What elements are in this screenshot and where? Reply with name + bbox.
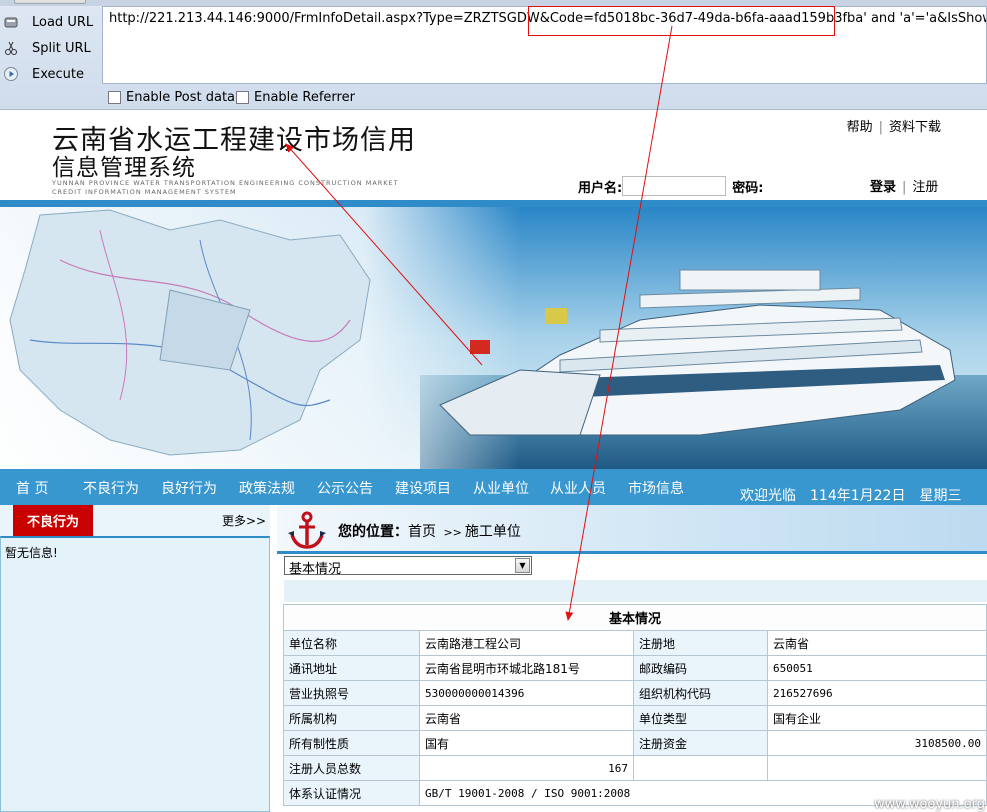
breadcrumb-label: 您的位置：	[338, 524, 408, 540]
basic-info-table: 基本情况 单位名称 云南路港工程公司 注册地 云南省 通讯地址 云南省昆明市环城…	[283, 604, 987, 806]
cell-value: 530000000014396	[419, 680, 634, 706]
cell-value: 167	[419, 755, 634, 781]
welcome-date: 欢迎光临 114年1月22日 星期三	[740, 488, 962, 504]
cell-value: 216527696	[767, 680, 987, 706]
table-row: 单位名称 云南路港工程公司 注册地 云南省	[283, 630, 987, 656]
execute-button[interactable]: Execute	[0, 62, 100, 86]
more-link[interactable]: 更多>>	[222, 512, 266, 529]
left-panel-tab[interactable]: 不良行为	[13, 505, 93, 536]
scissors-icon	[2, 39, 20, 57]
cell-label: 注册人员总数	[283, 755, 420, 781]
cell-value: 云南路港工程公司	[419, 630, 634, 656]
hackbar-toolbar: Load URL Split URL Execute http://221.21…	[0, 0, 987, 110]
cell-value: 云南省昆明市环城北路181号	[419, 655, 634, 681]
login-links: 登录 | 注册	[870, 176, 938, 195]
cell-value: 云南省	[419, 705, 634, 731]
banner-illustration	[0, 207, 987, 469]
site-title-line2: 信息管理系统	[52, 155, 196, 181]
cell-label: 注册资金	[633, 730, 768, 756]
main-nav: 首 页 不良行为 良好行为 政策法规 公示公告 建设项目 从业单位 从业人员 市…	[0, 469, 987, 505]
site-title-english: YUNNAN PROVINCE WATER TRANSPORTATION ENG…	[52, 179, 442, 197]
content-strip	[284, 580, 987, 602]
nav-projects[interactable]: 建设项目	[395, 478, 451, 498]
cell-value: 650051	[767, 655, 987, 681]
site-title-english-line2: CREDIT INFORMATION MANAGEMENT SYSTEM	[52, 188, 237, 196]
info-type-select[interactable]: 基本情况 ▼	[284, 556, 532, 577]
register-link[interactable]: 注册	[912, 180, 938, 195]
cell-label: 单位名称	[283, 630, 420, 656]
separator: |	[878, 120, 883, 135]
cell-label: 邮政编码	[633, 655, 768, 681]
nav-bad-behavior[interactable]: 不良行为	[83, 478, 139, 498]
table-title: 基本情况	[283, 604, 987, 631]
enable-post-label: Enable Post data	[126, 90, 236, 105]
nav-companies[interactable]: 从业单位	[473, 478, 529, 498]
username-label: 用户名:	[578, 180, 623, 196]
breadcrumb-separator: >>	[443, 526, 462, 539]
toolbar-top-button[interactable]	[14, 0, 86, 4]
separator: |	[902, 180, 907, 195]
watermark: www.wooyun.org	[873, 797, 985, 812]
nav-policies[interactable]: 政策法规	[239, 478, 295, 498]
table-row: 所有制性质 国有 注册资金 3108500.00	[283, 730, 987, 756]
annotation-highlight-box	[528, 6, 835, 36]
cell-label: 注册地	[633, 630, 768, 656]
table-row: 注册人员总数 167	[283, 755, 987, 781]
cell-value: 3108500.00	[767, 730, 987, 756]
nav-market-info[interactable]: 市场信息	[628, 478, 684, 498]
checkbox-box[interactable]	[236, 91, 249, 104]
cell-label: 通讯地址	[283, 655, 420, 681]
enable-referrer-label: Enable Referrer	[254, 90, 355, 105]
split-url-button[interactable]: Split URL	[0, 36, 100, 60]
load-url-icon	[2, 13, 20, 31]
enable-post-checkbox[interactable]: Enable Post data	[108, 90, 235, 105]
anchor-icon	[288, 511, 326, 549]
site-header: 云南省水运工程建设市场信用 信息管理系统 YUNNAN PROVINCE WAT…	[0, 110, 987, 200]
cell-label: 组织机构代码	[633, 680, 768, 706]
screenshot-root: { "hackbar": { "load_url": "Load URL", "…	[0, 0, 987, 812]
login-form: 用户名: 密码:	[578, 176, 763, 196]
chevron-down-icon[interactable]: ▼	[515, 558, 530, 573]
cell-value: 云南省	[767, 630, 987, 656]
breadcrumb-current: 施工单位	[464, 524, 521, 540]
nav-announcements[interactable]: 公示公告	[317, 478, 373, 498]
cell-label: 所属机构	[283, 705, 420, 731]
table-row: 通讯地址 云南省昆明市环城北路181号 邮政编码 650051	[283, 655, 987, 681]
nav-personnel[interactable]: 从业人员	[550, 478, 606, 498]
left-panel-body	[0, 536, 270, 812]
downloads-link[interactable]: 资料下载	[889, 120, 941, 135]
cell-label: 所有制性质	[283, 730, 420, 756]
nav-good-behavior[interactable]: 良好行为	[161, 478, 217, 498]
username-input[interactable]	[622, 176, 727, 196]
cell-value: 国有企业	[767, 705, 987, 731]
login-link[interactable]: 登录	[870, 180, 896, 195]
table-header-row: 基本情况	[283, 604, 987, 631]
load-url-label: Load URL	[32, 14, 94, 30]
breadcrumb-divider	[277, 551, 987, 554]
breadcrumb-home[interactable]: 首页	[408, 524, 436, 540]
split-url-label: Split URL	[32, 40, 91, 56]
table-row: 营业执照号 530000000014396 组织机构代码 216527696	[283, 680, 987, 706]
breadcrumb: 您的位置：首页 >> 施工单位	[338, 521, 521, 541]
play-icon	[2, 65, 20, 83]
cell-value	[767, 755, 987, 781]
cell-value: 国有	[419, 730, 634, 756]
execute-label: Execute	[32, 66, 84, 82]
empty-message: 暂无信息!	[5, 546, 58, 560]
enable-referrer-checkbox[interactable]: Enable Referrer	[236, 90, 355, 105]
site-title-english-line1: YUNNAN PROVINCE WATER TRANSPORTATION ENG…	[52, 179, 399, 187]
cell-label: 营业执照号	[283, 680, 420, 706]
help-link[interactable]: 帮助	[847, 120, 873, 135]
cell-label	[633, 755, 768, 781]
load-url-button[interactable]: Load URL	[0, 10, 100, 34]
cell-label: 体系认证情况	[283, 780, 420, 806]
top-links: 帮助 | 资料下载	[847, 116, 941, 135]
nav-home[interactable]: 首 页	[16, 478, 48, 498]
table-row: 所属机构 云南省 单位类型 国有企业	[283, 705, 987, 731]
cell-label: 单位类型	[633, 705, 768, 731]
password-label: 密码:	[732, 180, 764, 196]
select-value: 基本情况	[289, 562, 342, 577]
checkbox-box[interactable]	[108, 91, 121, 104]
banner-image	[0, 200, 987, 469]
